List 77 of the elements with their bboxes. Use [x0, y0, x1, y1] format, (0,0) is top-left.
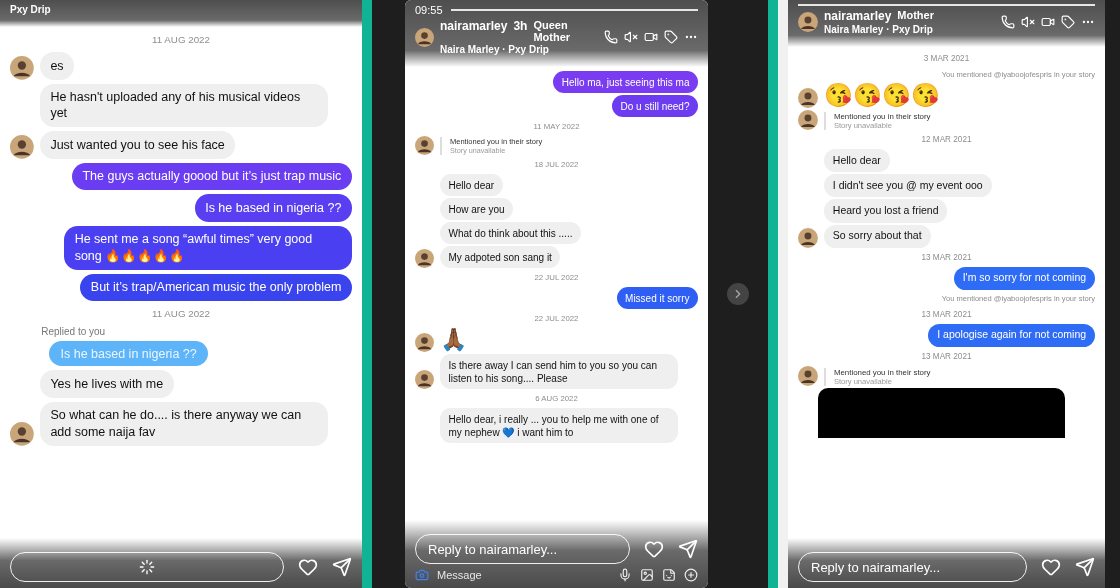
story-age: 3h: [513, 19, 528, 35]
message-bubble: So sorry about that: [823, 224, 931, 248]
message-bubble: Hello dear: [823, 149, 890, 173]
mute-icon[interactable]: [624, 30, 638, 44]
date-label: 12 MAR 2021: [921, 135, 972, 145]
message-bubble: Do u still need?: [612, 95, 698, 117]
message-bubble: Hello dear, i really ... you to help me with one of my nephew 💙 i want him to: [440, 408, 678, 444]
sticker-icon[interactable]: [662, 568, 676, 582]
message-bubble: My adpoted son sang it: [440, 246, 561, 268]
message-bubble: So what can he do.... is there anyway we can add some naija fav: [39, 401, 328, 446]
phone-icon[interactable]: [1001, 15, 1015, 29]
avatar: [415, 136, 434, 155]
date-label: 13 MAR 2021: [921, 309, 972, 319]
message-bubble: I apologise again for not coming: [928, 323, 1095, 347]
avatar: [798, 227, 818, 248]
tag-icon[interactable]: [664, 30, 678, 44]
avatar: [10, 55, 34, 80]
heart-icon[interactable]: [644, 539, 664, 559]
message-field[interactable]: Message: [437, 569, 610, 581]
message-bubble: What do think about this .....: [440, 222, 581, 244]
avatar: [798, 88, 818, 109]
music-label: Pxy Drip: [10, 4, 52, 15]
send-icon[interactable]: [678, 539, 698, 559]
emoji-message: 😘😘😘😘: [823, 83, 940, 109]
mic-icon[interactable]: [618, 568, 632, 582]
avatar: [10, 421, 34, 446]
send-icon[interactable]: [332, 557, 352, 577]
message-bubble: I'm so sorry for not coming: [953, 266, 1095, 290]
video-icon[interactable]: [1041, 15, 1055, 29]
tag-icon[interactable]: [1061, 15, 1075, 29]
message-bubble: Is he based in nigeria ??: [194, 194, 352, 222]
music-label: Naira Marley · Pxy Drip: [440, 44, 550, 55]
reply-label: Replied to you: [41, 326, 107, 337]
avatar: [10, 135, 34, 159]
message-bubble: Yes he lives with me: [39, 370, 174, 398]
username[interactable]: nairamarley: [823, 9, 892, 23]
contact-name: Queen Mother: [533, 19, 572, 43]
message-bubble: He hasn't uploaded any of his musical videos yet: [39, 83, 328, 128]
date-label: 3 MAR 2021: [923, 54, 970, 63]
avatar: [798, 110, 818, 131]
date-label: 13 MAR 2021: [921, 252, 972, 262]
message-bubble: Just wanted you to see his face: [39, 131, 236, 159]
date-label: 11 AUG 2022: [152, 308, 210, 319]
status-time: 09:55: [415, 4, 443, 16]
emoji-message: 🙏🏾: [440, 328, 467, 353]
message-bubble: Missed it sorry: [616, 287, 698, 309]
image-icon[interactable]: [640, 568, 654, 582]
avatar: [415, 333, 434, 353]
quoted-message: Is he based in nigeria ??: [49, 341, 208, 367]
video-icon[interactable]: [644, 30, 658, 44]
heart-icon[interactable]: [1041, 557, 1061, 577]
phone-icon[interactable]: [604, 30, 618, 44]
avatar: [798, 365, 818, 386]
message-bubble: Hello ma, just seeing this ma: [553, 71, 698, 93]
message-bubble: But it’s trap/American music the only problem: [80, 273, 352, 301]
heart-icon[interactable]: [298, 557, 318, 577]
message-bubble: Is there away I can send him to you so you can listen to his song.... Please: [440, 354, 678, 390]
date-label: 13 MAR 2021: [921, 351, 972, 361]
message-bubble: Hello dear: [440, 174, 503, 196]
contact-name: Mother: [897, 9, 934, 23]
avatar: [798, 12, 818, 32]
next-button[interactable]: [727, 283, 749, 305]
avatar: [415, 370, 434, 390]
mute-icon[interactable]: [1021, 15, 1035, 29]
music-label: Naira Marley · Pxy Drip: [823, 24, 934, 35]
message-bubble: I didn't see you @ my event ooo: [823, 174, 992, 198]
message-bubble: es: [39, 52, 75, 80]
message-bubble: How are you: [440, 198, 514, 220]
send-icon[interactable]: [1075, 557, 1095, 577]
message-bubble: The guys actually goood but it’s just trap music: [71, 162, 352, 191]
username[interactable]: nairamarley: [440, 19, 508, 43]
date-label: 11 AUG 2022: [152, 34, 210, 45]
plus-icon[interactable]: [684, 568, 698, 582]
avatar: [415, 249, 434, 268]
message-bubble: Heard you lost a friend: [823, 199, 948, 223]
message-bubble: He sent me a song “awful times” very good song 🔥🔥🔥🔥🔥: [64, 225, 352, 270]
avatar: [415, 27, 434, 47]
